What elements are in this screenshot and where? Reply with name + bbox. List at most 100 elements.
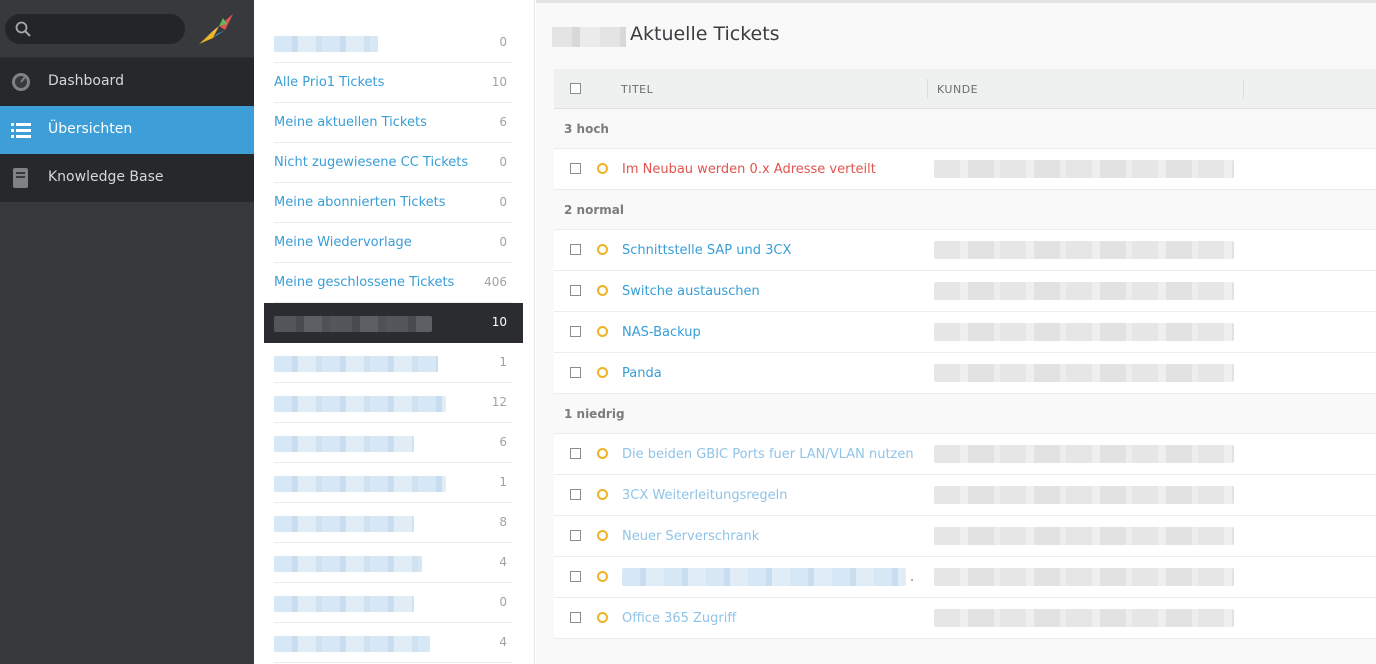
column-header-customer[interactable]: KUNDE <box>937 83 978 96</box>
nav-item-label: Übersichten <box>48 121 133 137</box>
overview-count: 0 <box>499 595 507 609</box>
overview-item-selected[interactable]: 10 <box>264 303 523 343</box>
search-box[interactable] <box>5 14 185 44</box>
ticket-title-link[interactable]: Panda <box>622 366 662 381</box>
row-checkbox[interactable] <box>570 285 581 296</box>
column-divider[interactable] <box>927 79 928 99</box>
redacted-label <box>274 356 438 372</box>
ticket-title-link[interactable]: Neuer Serverschrank <box>622 529 759 544</box>
overview-count: 6 <box>499 435 507 449</box>
table-row[interactable]: Im Neubau werden 0.x Adresse verteilt <box>554 149 1376 190</box>
nav-header <box>0 0 254 58</box>
dashboard-icon <box>12 73 30 91</box>
overview-count: 8 <box>499 515 507 529</box>
redacted-customer <box>934 160 1234 178</box>
overview-item[interactable]: 1 <box>274 463 513 503</box>
row-checkbox[interactable] <box>570 448 581 459</box>
redacted-label <box>274 436 414 452</box>
overview-item[interactable]: 4 <box>274 543 513 583</box>
group-header: 1 niedrig <box>554 394 1376 434</box>
overview-item-meine-wiedervorlage[interactable]: Meine Wiedervorlage 0 <box>274 223 513 263</box>
nav-item-dashboard[interactable]: Dashboard <box>0 58 254 106</box>
overview-label: Meine abonnierten Tickets <box>274 195 446 210</box>
redacted-label <box>274 556 422 572</box>
redacted-label <box>274 516 414 532</box>
nav-item-knowledge-base[interactable]: Knowledge Base <box>0 154 254 202</box>
table-row[interactable]: NAS-Backup <box>554 312 1376 353</box>
row-checkbox[interactable] <box>570 489 581 500</box>
priority-circle-icon <box>597 244 608 255</box>
row-checkbox[interactable] <box>570 367 581 378</box>
ticket-title-link[interactable]: Switche austauschen <box>622 284 760 299</box>
table-row[interactable]: Schnittstelle SAP und 3CX <box>554 230 1376 271</box>
overview-item-meine-geschlossene[interactable]: Meine geschlossene Tickets 406 <box>274 263 513 303</box>
page-title: Aktuelle Tickets <box>630 23 780 45</box>
table-row[interactable]: Die beiden GBIC Ports fuer LAN/VLAN nutz… <box>554 434 1376 475</box>
ticket-title-link[interactable]: Die beiden GBIC Ports fuer LAN/VLAN nutz… <box>622 447 914 462</box>
table-header: TITEL KUNDE <box>554 69 1376 109</box>
table-row[interactable]: Office 365 Zugriff <box>554 598 1376 639</box>
row-checkbox[interactable] <box>570 530 581 541</box>
overview-item[interactable]: 4 <box>274 623 513 663</box>
ticket-title-link[interactable]: 3CX Weiterleitungsregeln <box>622 488 788 503</box>
redacted-customer <box>934 445 1234 463</box>
redacted-customer <box>934 527 1234 545</box>
overview-item[interactable]: 12 <box>274 383 513 423</box>
redacted-customer <box>934 364 1234 382</box>
table-row[interactable]: Neuer Serverschrank <box>554 516 1376 557</box>
row-checkbox[interactable] <box>570 244 581 255</box>
priority-circle-icon <box>597 285 608 296</box>
overview-count: 10 <box>491 315 507 329</box>
redacted-label <box>274 596 414 612</box>
overview-count: 10 <box>491 75 507 89</box>
redacted-customer <box>934 486 1234 504</box>
overview-count: 406 <box>484 275 507 289</box>
priority-circle-icon <box>597 326 608 337</box>
overview-label: Meine Wiedervorlage <box>274 235 412 250</box>
row-checkbox[interactable] <box>570 612 581 623</box>
overview-item-meine-abonnierten[interactable]: Meine abonnierten Tickets 0 <box>274 183 513 223</box>
redacted-customer <box>934 568 1234 586</box>
overview-item-nicht-zugewiesene-cc[interactable]: Nicht zugewiesene CC Tickets 0 <box>274 143 513 183</box>
column-divider[interactable] <box>1243 79 1244 99</box>
zammad-logo-icon[interactable] <box>195 8 237 50</box>
column-header-title[interactable]: TITEL <box>621 83 653 96</box>
ticket-title-link[interactable]: NAS-Backup <box>622 325 701 340</box>
group-label: 3 hoch <box>564 122 609 136</box>
row-checkbox[interactable] <box>570 326 581 337</box>
overview-count: 4 <box>499 555 507 569</box>
search-input[interactable] <box>37 18 177 40</box>
table-row[interactable]: . <box>554 557 1376 598</box>
overview-item-meine-aktuellen[interactable]: Meine aktuellen Tickets 6 <box>274 103 513 143</box>
redacted-label <box>274 316 432 332</box>
redacted-customer <box>934 609 1234 627</box>
redacted-ticket-title[interactable] <box>622 568 906 586</box>
redacted-customer <box>934 282 1234 300</box>
overview-count: 0 <box>499 35 507 49</box>
row-checkbox[interactable] <box>570 163 581 174</box>
priority-circle-icon <box>597 489 608 500</box>
table-row[interactable]: Panda <box>554 353 1376 394</box>
overview-item[interactable]: 0 <box>274 23 513 63</box>
overview-item[interactable]: 1 <box>274 343 513 383</box>
table-row[interactable]: 3CX Weiterleitungsregeln <box>554 475 1376 516</box>
overview-item[interactable]: 6 <box>274 423 513 463</box>
overview-count: 0 <box>499 235 507 249</box>
overview-item-alle-prio1[interactable]: Alle Prio1 Tickets 10 <box>274 63 513 103</box>
nav-item-label: Dashboard <box>48 73 124 89</box>
redacted-label <box>274 636 430 652</box>
overview-item[interactable]: 0 <box>274 583 513 623</box>
ticket-title-link[interactable]: Im Neubau werden 0.x Adresse verteilt <box>622 162 876 177</box>
overview-item[interactable]: 8 <box>274 503 513 543</box>
overview-count: 6 <box>499 115 507 129</box>
ticket-title-link[interactable]: Schnittstelle SAP und 3CX <box>622 243 791 258</box>
overview-label: Meine geschlossene Tickets <box>274 275 455 290</box>
main-navigation: Dashboard Übersichten Knowledge Base <box>0 0 254 664</box>
row-checkbox[interactable] <box>570 571 581 582</box>
redacted-label <box>274 36 378 52</box>
table-row[interactable]: Switche austauschen <box>554 271 1376 312</box>
nav-item-label: Knowledge Base <box>48 169 164 185</box>
select-all-checkbox[interactable] <box>570 83 581 94</box>
ticket-title-link[interactable]: Office 365 Zugriff <box>622 611 736 626</box>
nav-item-overviews[interactable]: Übersichten <box>0 106 254 154</box>
